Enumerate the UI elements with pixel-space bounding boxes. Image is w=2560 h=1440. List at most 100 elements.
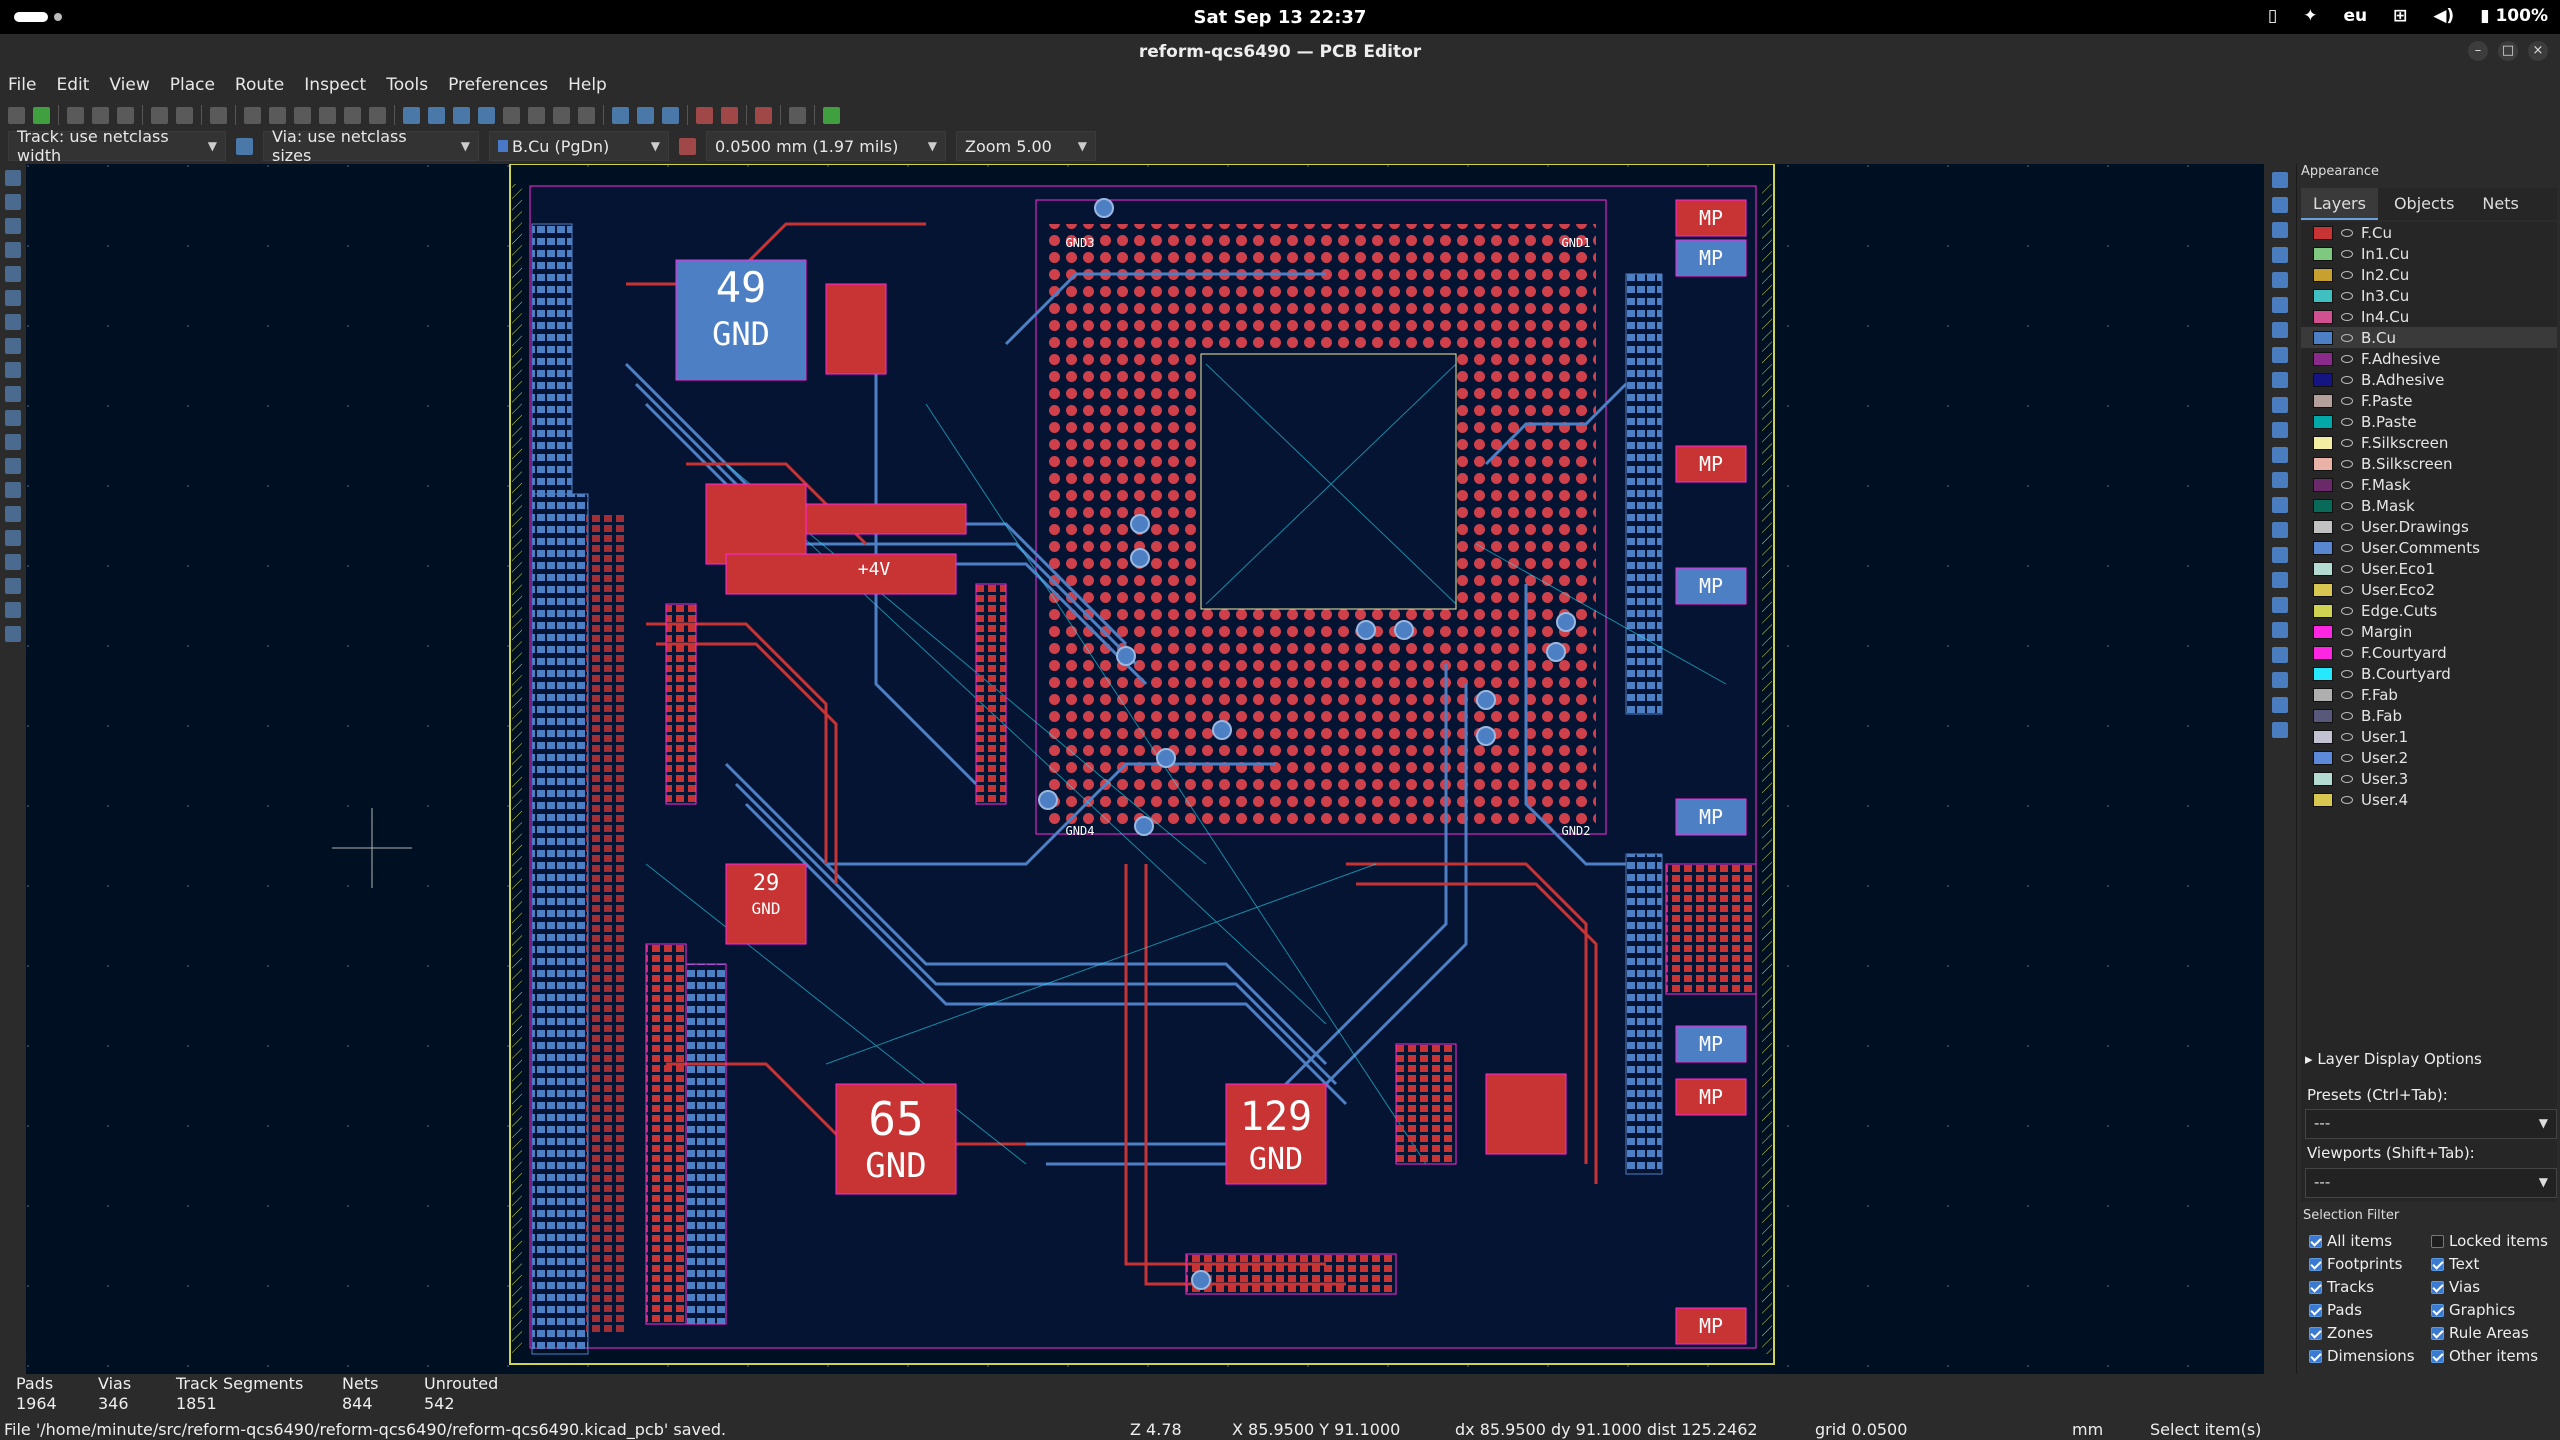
eye-icon[interactable] xyxy=(2341,753,2353,762)
tab-objects[interactable]: Objects xyxy=(2382,188,2466,220)
footprint-browser-icon[interactable] xyxy=(637,106,654,124)
eye-icon[interactable] xyxy=(2341,501,2353,510)
print-icon[interactable] xyxy=(92,106,109,124)
layer-color-swatch[interactable] xyxy=(2313,708,2333,723)
layer-color-swatch[interactable] xyxy=(2313,372,2333,387)
layer-row[interactable]: In4.Cu xyxy=(2301,306,2557,327)
layer-row[interactable]: User.Eco2 xyxy=(2301,579,2557,600)
layer-color-swatch[interactable] xyxy=(2313,456,2333,471)
filter-locked-items[interactable]: Locked items xyxy=(2431,1232,2553,1250)
menu-inspect[interactable]: Inspect xyxy=(304,75,366,95)
add-table-icon[interactable] xyxy=(2272,622,2288,638)
layer-row[interactable]: B.Fab xyxy=(2301,705,2557,726)
layer-color-swatch[interactable] xyxy=(2313,393,2333,408)
filter-other-items[interactable]: Other items xyxy=(2431,1347,2553,1365)
layer-row[interactable]: User.Drawings xyxy=(2301,516,2557,537)
checkbox[interactable] xyxy=(2431,1280,2444,1294)
zoom-out-icon[interactable] xyxy=(294,106,311,124)
layer-row[interactable]: User.Eco1 xyxy=(2301,558,2557,579)
eye-icon[interactable] xyxy=(2341,249,2353,258)
viewports-select[interactable]: --- ▼ xyxy=(2305,1168,2557,1198)
zone-outline-icon[interactable] xyxy=(5,386,21,402)
menu-file[interactable]: File xyxy=(8,75,36,95)
undo-icon[interactable] xyxy=(151,106,168,124)
add-textbox-icon[interactable] xyxy=(2272,597,2288,613)
draw-arc-icon[interactable] xyxy=(2272,422,2288,438)
delete-tool-icon[interactable] xyxy=(2272,672,2288,688)
route-diff-pair-icon[interactable] xyxy=(2272,272,2288,288)
checkbox[interactable] xyxy=(2431,1349,2444,1363)
filter-tracks[interactable]: Tracks xyxy=(2309,1278,2431,1296)
minimize-button[interactable]: – xyxy=(2468,41,2488,61)
battery-status[interactable]: ▮ 100% xyxy=(2480,6,2548,26)
layer-color-swatch[interactable] xyxy=(2313,477,2333,492)
layer-row[interactable]: User.4 xyxy=(2301,789,2557,810)
drc-icon[interactable] xyxy=(721,106,738,124)
menu-edit[interactable]: Edit xyxy=(56,75,89,95)
eye-icon[interactable] xyxy=(2341,648,2353,657)
save-icon[interactable] xyxy=(8,106,25,124)
eye-icon[interactable] xyxy=(2341,396,2353,405)
layer-row[interactable]: B.Cu xyxy=(2301,327,2557,348)
mirror-h-icon[interactable] xyxy=(453,106,470,124)
eye-icon[interactable] xyxy=(2341,564,2353,573)
layer-color-swatch[interactable] xyxy=(2313,603,2333,618)
rotate-ccw-icon[interactable] xyxy=(403,106,420,124)
update-pcb-icon[interactable] xyxy=(696,106,713,124)
layer-display-options-toggle[interactable]: ▸ Layer Display Options xyxy=(2305,1050,2482,1068)
network-icon[interactable]: ⊞ xyxy=(2393,6,2407,26)
page-settings-icon[interactable] xyxy=(67,106,84,124)
scripting-icon[interactable] xyxy=(5,626,21,642)
grid-origin-icon[interactable] xyxy=(2272,697,2288,713)
close-button[interactable]: × xyxy=(2528,41,2548,61)
ratsnest-icon[interactable] xyxy=(5,314,21,330)
layer-row[interactable]: F.Courtyard xyxy=(2301,642,2557,663)
add-dimension-icon[interactable] xyxy=(2272,647,2288,663)
plot-icon[interactable] xyxy=(117,106,134,124)
presets-select[interactable]: --- ▼ xyxy=(2305,1109,2557,1139)
eye-icon[interactable] xyxy=(2341,774,2353,783)
add-text-icon[interactable] xyxy=(2272,572,2288,588)
properties-panel-icon[interactable] xyxy=(5,578,21,594)
layer-color-swatch[interactable] xyxy=(2313,729,2333,744)
clock[interactable]: Sat Sep 13 22:37 xyxy=(0,7,2560,28)
menu-tools[interactable]: Tools xyxy=(386,75,428,95)
layer-color-swatch[interactable] xyxy=(2313,330,2333,345)
layer-color-swatch[interactable] xyxy=(2313,435,2333,450)
layer-row[interactable]: B.Courtyard xyxy=(2301,663,2557,684)
menu-view[interactable]: View xyxy=(109,75,149,95)
layer-row[interactable]: User.2 xyxy=(2301,747,2557,768)
layer-row[interactable]: B.Adhesive xyxy=(2301,369,2557,390)
layer-row[interactable]: B.Paste xyxy=(2301,411,2557,432)
select-arrow-icon[interactable] xyxy=(2272,172,2288,188)
layer-row[interactable]: In2.Cu xyxy=(2301,264,2557,285)
layer-row[interactable]: Edge.Cuts xyxy=(2301,600,2557,621)
add-zone-icon[interactable] xyxy=(2272,347,2288,363)
layer-row[interactable]: B.Silkscreen xyxy=(2301,453,2557,474)
eye-icon[interactable] xyxy=(2341,459,2353,468)
layer-color-swatch[interactable] xyxy=(2313,288,2333,303)
menu-preferences[interactable]: Preferences xyxy=(448,75,548,95)
draw-circle-icon[interactable] xyxy=(2272,472,2288,488)
via-size-select[interactable]: Via: use netclass sizes ▼ xyxy=(263,127,479,165)
accessibility-icon[interactable]: ✦ xyxy=(2303,6,2317,26)
grid-toggle-icon[interactable] xyxy=(5,170,21,186)
zoom-in-icon[interactable] xyxy=(269,106,286,124)
eye-icon[interactable] xyxy=(2341,417,2353,426)
group-icon[interactable] xyxy=(503,106,520,124)
layer-row[interactable]: User.1 xyxy=(2301,726,2557,747)
filter-graphics[interactable]: Graphics xyxy=(2431,1301,2553,1319)
close-x-icon[interactable] xyxy=(2272,197,2288,213)
schematic-icon[interactable] xyxy=(755,106,772,124)
eye-icon[interactable] xyxy=(2341,585,2353,594)
layer-color-swatch[interactable] xyxy=(2313,540,2333,555)
checkbox[interactable] xyxy=(2309,1257,2322,1271)
curved-ratsnest-icon[interactable] xyxy=(5,338,21,354)
eye-icon[interactable] xyxy=(2341,438,2353,447)
cursor-style-icon[interactable] xyxy=(5,290,21,306)
tab-nets[interactable]: Nets xyxy=(2470,188,2530,220)
layer-color-swatch[interactable] xyxy=(2313,519,2333,534)
filter-dimensions[interactable]: Dimensions xyxy=(2309,1347,2431,1365)
eye-icon[interactable] xyxy=(2341,795,2353,804)
layer-row[interactable]: F.Cu xyxy=(2301,222,2557,243)
